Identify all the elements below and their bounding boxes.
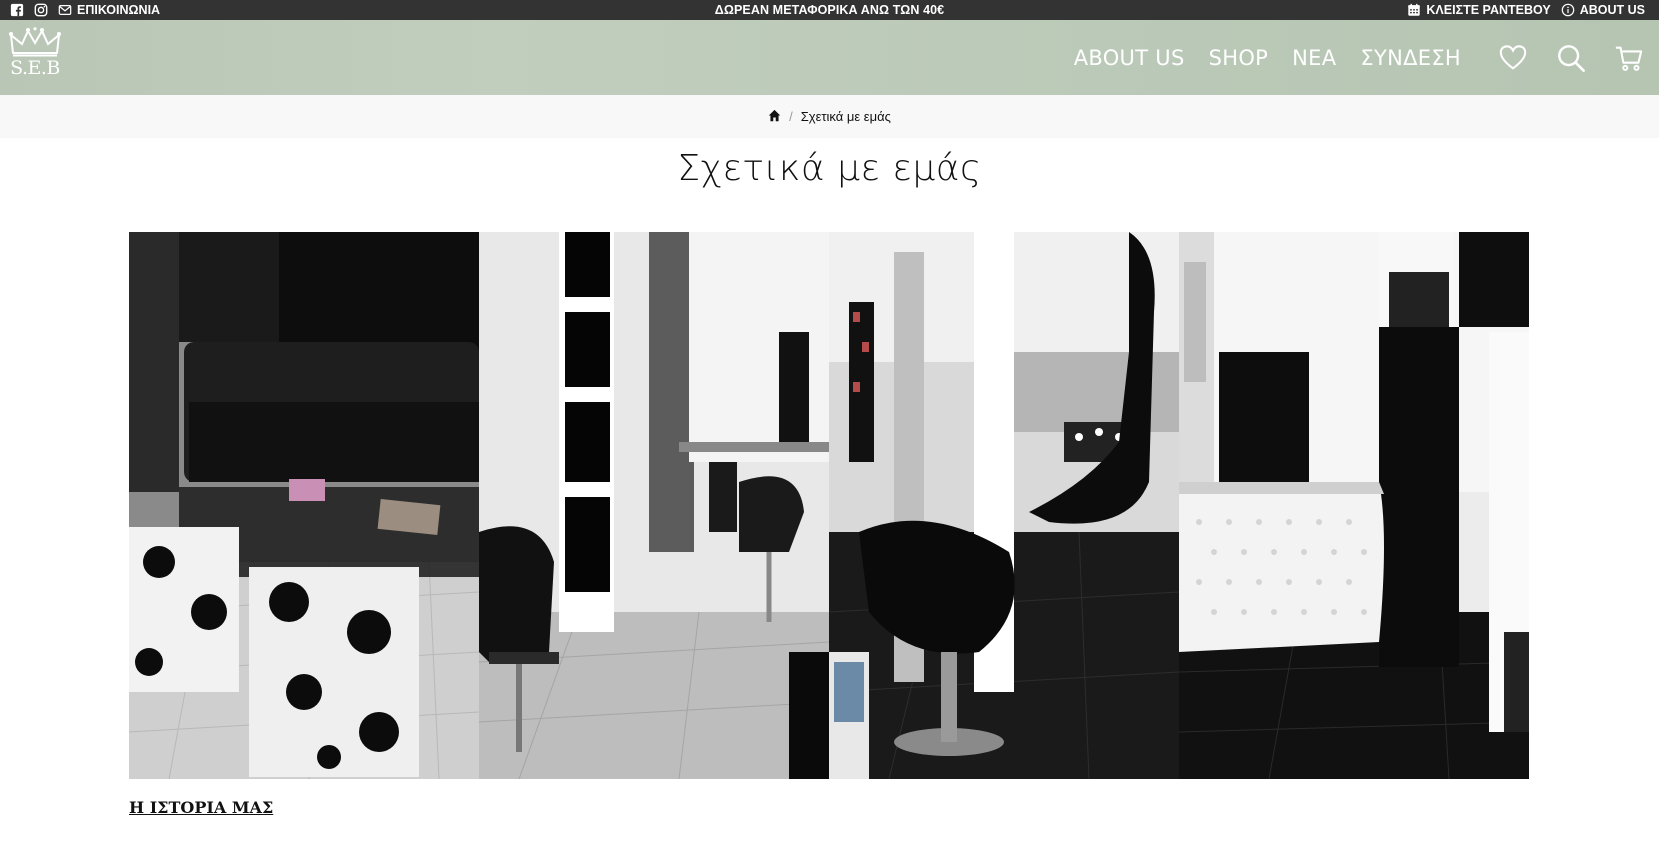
breadcrumb-current: Σχετικά με εμάς bbox=[800, 109, 891, 124]
crown-icon bbox=[9, 26, 61, 56]
logo[interactable]: S.E.B bbox=[8, 26, 62, 89]
facebook-icon[interactable] bbox=[10, 3, 24, 17]
breadcrumb: / Σχετικά με εμάς bbox=[0, 95, 1659, 138]
hero-panel-station bbox=[479, 232, 829, 779]
breadcrumb-separator: / bbox=[789, 109, 793, 124]
instagram-icon[interactable] bbox=[34, 3, 48, 17]
appointment-link[interactable]: ΚΛΕΙΣΤΕ ΡΑΝΤΕΒΟΥ bbox=[1407, 3, 1551, 17]
heart-icon[interactable] bbox=[1497, 42, 1529, 74]
page-title: Σχετικά με εμάς bbox=[677, 148, 982, 189]
hero-panel-lounge bbox=[129, 232, 479, 779]
cart-icon[interactable] bbox=[1613, 42, 1645, 74]
info-icon bbox=[1561, 3, 1575, 17]
our-story-heading[interactable]: Η ΙΣΤΟΡΙΑ ΜΑΣ bbox=[129, 798, 273, 817]
logo-text: S.E.B bbox=[10, 56, 60, 79]
contact-link[interactable]: ΕΠΙΚΟΙΝΩΝΙΑ bbox=[58, 3, 160, 17]
nav-icons bbox=[1497, 42, 1645, 74]
appointment-label: ΚΛΕΙΣΤΕ ΡΑΝΤΕΒΟΥ bbox=[1426, 3, 1551, 17]
top-bar-right: ΚΛΕΙΣΤΕ ΡΑΝΤΕΒΟΥ ABOUT US bbox=[1407, 3, 1645, 17]
mail-icon bbox=[58, 3, 72, 17]
nav-about-us[interactable]: ABOUT US bbox=[1074, 46, 1185, 70]
top-bar-left: ΕΠΙΚΟΙΝΩΝΙΑ bbox=[10, 3, 160, 17]
contact-label: ΕΠΙΚΟΙΝΩΝΙΑ bbox=[77, 3, 161, 17]
calendar-icon bbox=[1407, 3, 1421, 17]
about-top-link[interactable]: ABOUT US bbox=[1561, 3, 1645, 17]
about-top-label: ABOUT US bbox=[1579, 3, 1645, 17]
home-icon[interactable] bbox=[768, 109, 781, 125]
hero-panel-chairs bbox=[829, 232, 1179, 779]
search-icon[interactable] bbox=[1555, 42, 1587, 74]
main-header: S.E.B ABOUT US SHOP ΝΕΑ ΣΥΝΔΕΣΗ bbox=[0, 20, 1659, 95]
hero-image bbox=[129, 232, 1529, 779]
promo-text: ΔΩΡΕΑΝ ΜΕΤΑΦΟΡΙΚΑ ΑΝΩ ΤΩΝ 40€ bbox=[714, 3, 945, 17]
hero-panel-reception bbox=[1179, 232, 1529, 779]
nav-links: ABOUT US SHOP ΝΕΑ ΣΥΝΔΕΣΗ bbox=[1074, 46, 1461, 70]
nav-shop[interactable]: SHOP bbox=[1209, 46, 1269, 70]
top-bar: ΕΠΙΚΟΙΝΩΝΙΑ ΔΩΡΕΑΝ ΜΕΤΑΦΟΡΙΚΑ ΑΝΩ ΤΩΝ 40… bbox=[0, 0, 1659, 20]
nav-news[interactable]: ΝΕΑ bbox=[1292, 46, 1336, 70]
main-nav: ABOUT US SHOP ΝΕΑ ΣΥΝΔΕΣΗ bbox=[1074, 42, 1645, 74]
nav-login[interactable]: ΣΥΝΔΕΣΗ bbox=[1360, 46, 1461, 70]
